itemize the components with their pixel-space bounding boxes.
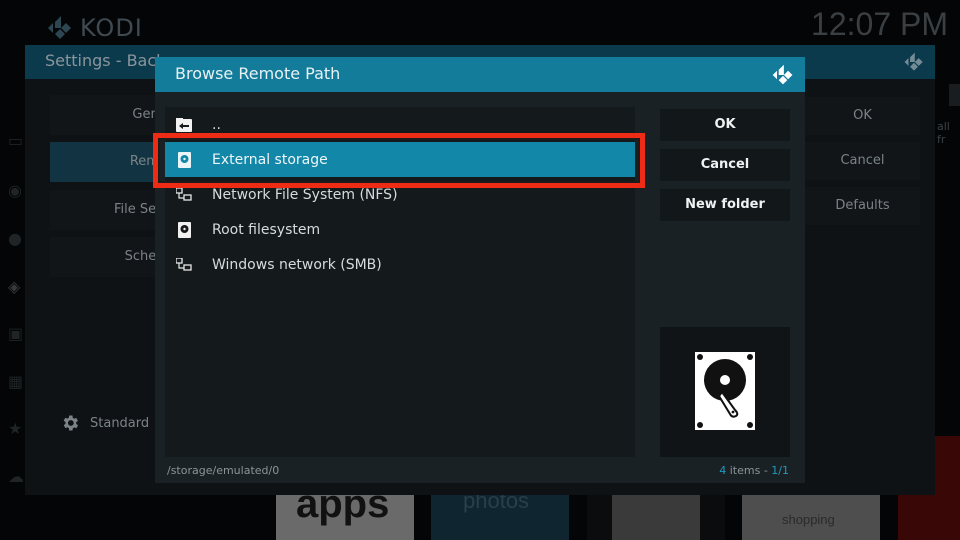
preview-thumbnail: [660, 327, 790, 457]
browse-remote-path-dialog: Browse Remote Path .. External storage N…: [155, 57, 805, 483]
tile-apps[interactable]: apps: [276, 482, 414, 540]
settings-level-button[interactable]: Standard: [60, 413, 149, 433]
tile-live-shopping[interactable]: shopping: [742, 494, 880, 540]
favourites-icon[interactable]: ★: [8, 420, 26, 438]
kodi-wordmark: KODI: [80, 14, 143, 42]
network-icon: [175, 256, 193, 274]
kodi-screen: KODI 12:07 PM ▭ ◉ ● ◈ ▣ ▦ ★ ☁ apps photo…: [0, 0, 960, 540]
dialog-new-folder-button[interactable]: New folder: [660, 189, 790, 221]
current-path: /storage/emulated/0: [167, 464, 280, 477]
item-count: 4 items - 1/1: [719, 464, 789, 477]
hard-drive-icon: [175, 221, 193, 239]
tv-icon[interactable]: ▭: [8, 132, 26, 150]
settings-title: Settings - Back: [45, 51, 166, 70]
tile-graphic: [612, 494, 700, 540]
dialog-ok-button[interactable]: OK: [660, 109, 790, 141]
list-item-label: Windows network (SMB): [212, 256, 382, 273]
tile-label: shopping: [782, 512, 835, 527]
gamepad-icon[interactable]: ●: [8, 230, 26, 248]
tile-store[interactable]: [587, 494, 725, 540]
partial-icon: [949, 84, 960, 106]
folder-back-icon: [175, 116, 193, 134]
list-item-label: Network File System (NFS): [212, 186, 398, 203]
dialog-header: Browse Remote Path: [155, 57, 805, 92]
tile-photos[interactable]: photos: [431, 488, 569, 540]
gear-icon: [63, 415, 78, 431]
videos-icon[interactable]: ▦: [8, 373, 26, 391]
partial-label: all fr: [937, 120, 950, 146]
settings-level-label: Standard: [90, 415, 150, 431]
kodi-logo-icon: [772, 64, 793, 85]
partial-text: all fr: [935, 84, 960, 146]
list-item-label: Root filesystem: [212, 221, 321, 238]
hard-drive-icon: [695, 352, 755, 430]
addons-icon[interactable]: ◈: [8, 278, 26, 296]
radio-icon[interactable]: ◉: [8, 182, 26, 200]
weather-icon[interactable]: ☁: [8, 468, 26, 486]
network-icon: [175, 186, 193, 204]
kodi-logo-icon: [904, 52, 923, 71]
dialog-cancel-button[interactable]: Cancel: [660, 149, 790, 181]
item-count-suffix: items -: [726, 464, 772, 477]
list-item-label: ..: [212, 116, 221, 133]
kodi-logo-icon: [48, 16, 71, 39]
settings-defaults-button[interactable]: Defaults: [805, 187, 920, 225]
list-item-smb[interactable]: Windows network (SMB): [165, 247, 635, 282]
annotation-inner-border: [158, 138, 640, 183]
settings-cancel-button[interactable]: Cancel: [805, 142, 920, 180]
settings-ok-button[interactable]: OK: [805, 97, 920, 135]
home-sidebar: ▭ ◉ ● ◈ ▣ ▦ ★ ☁: [0, 120, 26, 500]
annotation-highlight-box: [153, 133, 645, 188]
dialog-title: Browse Remote Path: [175, 64, 341, 83]
kodi-logo: KODI: [46, 14, 143, 42]
page-indicator: 1/1: [771, 464, 789, 477]
clock: 12:07 PM: [811, 6, 948, 42]
list-item-root-filesystem[interactable]: Root filesystem: [165, 212, 635, 247]
pictures-icon[interactable]: ▣: [8, 325, 26, 343]
